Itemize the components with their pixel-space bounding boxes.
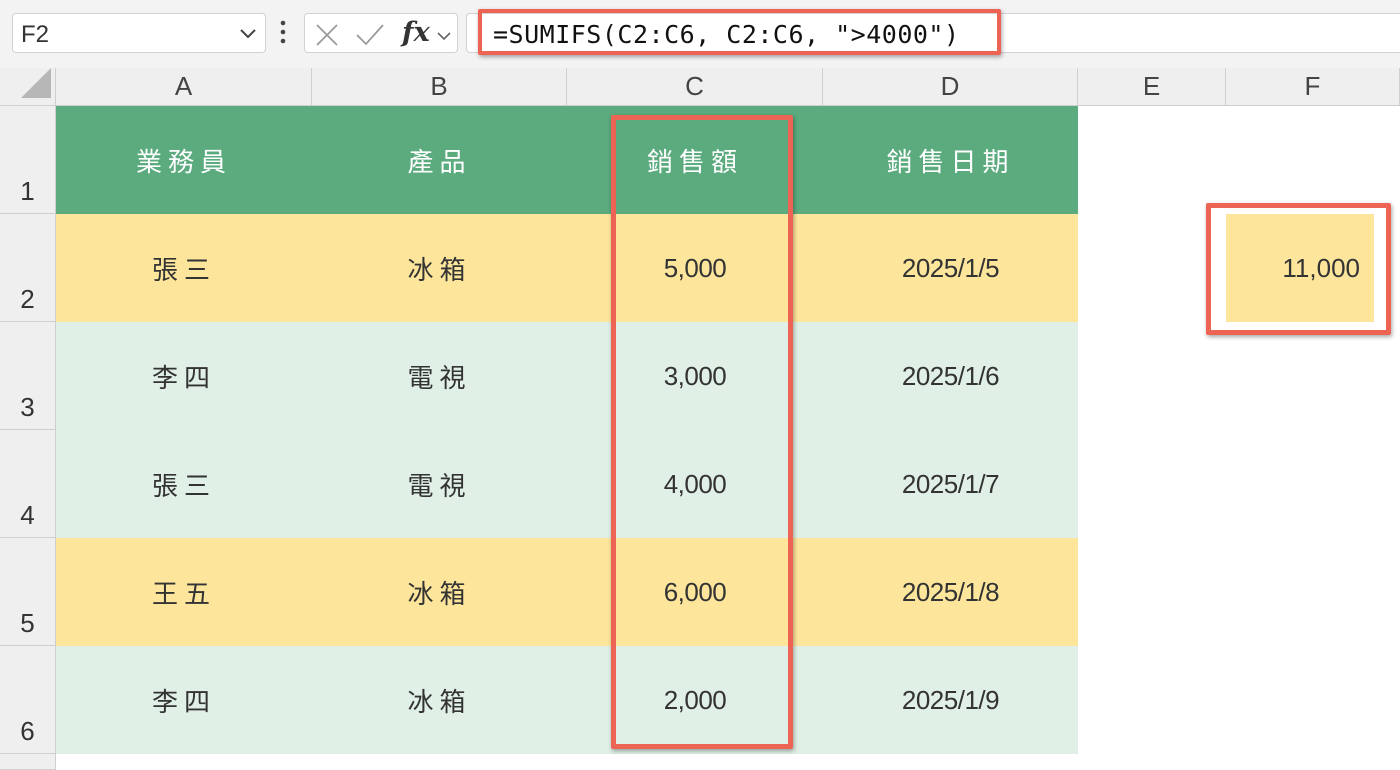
result-highlight-box [1206,203,1391,335]
cell-a5[interactable]: 王五 [56,538,312,646]
cell-d1[interactable]: 銷售日期 [823,106,1078,214]
cell-d5[interactable]: 2025/1/8 [823,538,1078,646]
cancel-icon[interactable] [314,22,340,52]
column-c-highlight-box [611,115,793,749]
cell-d4[interactable]: 2025/1/7 [823,430,1078,538]
cell-a3[interactable]: 李四 [56,322,312,430]
select-all-button[interactable] [0,68,56,106]
cell-d6[interactable]: 2025/1/9 [823,646,1078,754]
cell-a1[interactable]: 業務員 [56,106,312,214]
chevron-down-icon[interactable] [436,27,452,46]
cell-a4[interactable]: 張三 [56,430,312,538]
cell-b4[interactable]: 電視 [312,430,567,538]
insert-function-icon[interactable]: fx [402,17,430,48]
check-icon[interactable] [355,22,385,52]
formula-highlight-box [478,9,1001,55]
row-header-6[interactable]: 6 [0,646,56,754]
formula-controls: fx [304,13,458,53]
column-header-c[interactable]: C [567,68,823,106]
cell-a2[interactable]: 張三 [56,214,312,322]
row-header-7[interactable] [0,754,56,770]
name-box[interactable]: F2 [12,13,266,53]
column-header-d[interactable]: D [823,68,1078,106]
cell-d3[interactable]: 2025/1/6 [823,322,1078,430]
chevron-down-icon[interactable] [239,26,257,45]
row-header-5[interactable]: 5 [0,538,56,646]
cell-b2[interactable]: 冰箱 [312,214,567,322]
cell-b5[interactable]: 冰箱 [312,538,567,646]
column-header-b[interactable]: B [312,68,567,106]
row-header-4[interactable]: 4 [0,430,56,538]
formula-bar: F2 fx =SUMIFS(C2:C6, C2:C6, ">4000") [0,0,1400,68]
select-all-triangle-icon [21,68,51,102]
cell-d2[interactable]: 2025/1/5 [823,214,1078,322]
row-header-3[interactable]: 3 [0,322,56,430]
cell-b6[interactable]: 冰箱 [312,646,567,754]
row-header-2[interactable]: 2 [0,214,56,322]
cell-b3[interactable]: 電視 [312,322,567,430]
column-header-a[interactable]: A [56,68,312,106]
more-options-icon[interactable] [279,18,287,50]
cell-b1[interactable]: 產品 [312,106,567,214]
row-header-1[interactable]: 1 [0,106,56,214]
column-header-e[interactable]: E [1078,68,1226,106]
cell-a6[interactable]: 李四 [56,646,312,754]
column-header-f[interactable]: F [1226,68,1400,106]
name-box-value: F2 [21,21,50,48]
